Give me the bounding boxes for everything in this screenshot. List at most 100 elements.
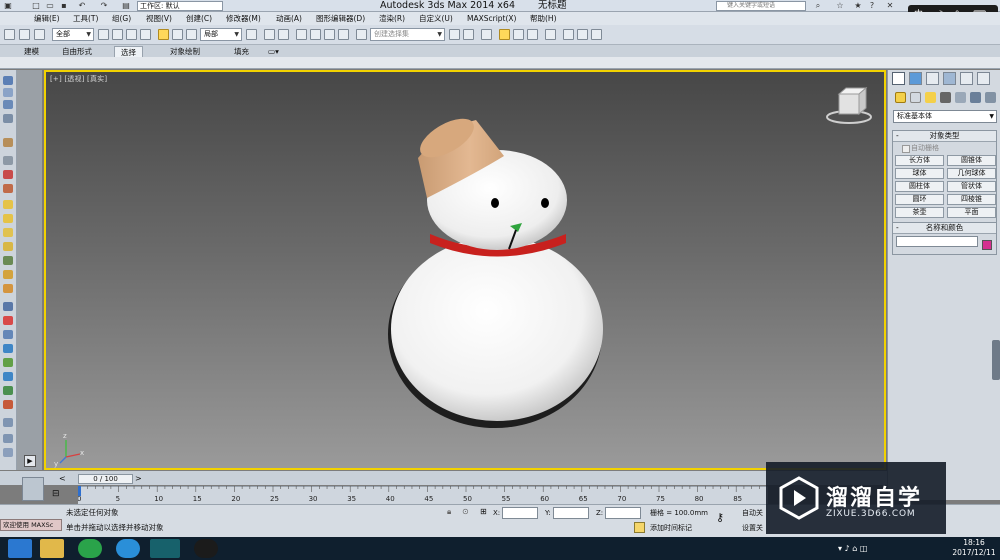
next-frame-icon[interactable]: > <box>135 474 142 483</box>
ribbon-options-icon[interactable]: ▭▾ <box>262 46 285 57</box>
reference-coord-dropdown[interactable]: 局部 <box>200 28 242 41</box>
tab-object-paint[interactable]: 对象绘制 <box>164 46 206 57</box>
system-clock[interactable]: 18:16 2017/12/11 <box>950 538 998 558</box>
object-type-title[interactable]: 对象类型 <box>893 131 996 142</box>
perspective-viewport[interactable]: [+] [透视] [真实] x z y <box>44 70 886 470</box>
redo-icon[interactable]: ↷ <box>98 1 110 11</box>
spacewarps-icon[interactable] <box>970 92 981 103</box>
pin-icon[interactable] <box>3 316 13 325</box>
snowman-body[interactable] <box>391 237 603 421</box>
torus-button[interactable]: 圆环 <box>895 194 944 205</box>
target-icon[interactable] <box>3 330 13 339</box>
select-move-icon[interactable] <box>158 29 169 40</box>
preview-icon[interactable] <box>3 448 13 457</box>
shapes-icon[interactable] <box>910 92 921 103</box>
mini-listener[interactable] <box>22 477 44 501</box>
container-icon[interactable] <box>3 76 13 85</box>
motion-panel-icon[interactable] <box>943 72 956 85</box>
prev-frame-icon[interactable]: < <box>59 474 66 483</box>
tool-folder-icon[interactable] <box>3 138 13 147</box>
curve-editor-icon[interactable] <box>513 29 524 40</box>
qq-icon[interactable] <box>194 539 218 558</box>
tube-button[interactable]: 管状体 <box>947 181 996 192</box>
sphere-icon[interactable] <box>3 372 13 381</box>
browser-icon[interactable] <box>116 539 140 558</box>
light2-icon[interactable] <box>3 214 13 223</box>
light-icon[interactable] <box>3 200 13 209</box>
wechat-icon[interactable] <box>78 539 102 558</box>
menu-animation[interactable]: 动画(A) <box>276 13 302 24</box>
list-icon[interactable] <box>3 434 13 443</box>
create-panel-icon[interactable] <box>892 72 905 85</box>
select-scale-icon[interactable] <box>186 29 197 40</box>
geosphere-button[interactable]: 几何球体 <box>947 168 996 179</box>
render-frame-icon[interactable] <box>577 29 588 40</box>
menu-group[interactable]: 组(G) <box>112 13 131 24</box>
mirror-icon[interactable] <box>449 29 460 40</box>
rect-selection-icon[interactable] <box>126 29 137 40</box>
display-icon[interactable] <box>3 170 13 179</box>
menu-edit[interactable]: 编辑(E) <box>34 13 60 24</box>
new-file-icon[interactable]: □ <box>30 1 42 11</box>
tray-icons[interactable]: ▾ ♪ ⌂ ◫ <box>838 544 867 553</box>
open-file-icon[interactable]: ▭ <box>44 1 56 11</box>
isolate-icon[interactable]: ⊙ <box>462 507 469 516</box>
menu-views[interactable]: 视图(V) <box>146 13 172 24</box>
menu-help[interactable]: 帮助(H) <box>530 13 557 24</box>
start-icon[interactable] <box>8 539 32 558</box>
teapot-icon[interactable] <box>3 344 13 353</box>
binoculars-icon[interactable]: ⌕ <box>812 1 824 11</box>
scene-explorer-icon[interactable] <box>3 156 13 165</box>
menu-graph-editors[interactable]: 图形编辑器(D) <box>316 13 365 24</box>
systems-icon[interactable] <box>3 302 13 311</box>
geometry-icon[interactable] <box>3 256 13 265</box>
modify-panel-icon[interactable] <box>909 72 922 85</box>
pyramid-button[interactable]: 四棱锥 <box>947 194 996 205</box>
sun-icon[interactable] <box>3 270 13 279</box>
viewcube-icon[interactable] <box>826 86 872 124</box>
percent-snap-icon[interactable] <box>324 29 335 40</box>
close-icon[interactable]: ✕ <box>884 1 896 11</box>
favorites-icon[interactable]: ★ <box>852 1 864 11</box>
display-panel-icon[interactable] <box>960 72 973 85</box>
3dsmax-taskbar-icon[interactable] <box>150 539 180 558</box>
autogrid-checkbox[interactable]: 自动栅格 <box>893 142 996 154</box>
tab-freeform[interactable]: 自由形式 <box>56 46 98 57</box>
align-icon[interactable] <box>463 29 474 40</box>
spinner-snap-icon[interactable] <box>338 29 349 40</box>
menu-modifiers[interactable]: 修改器(M) <box>226 13 261 24</box>
open-container-icon[interactable] <box>3 88 13 97</box>
box-button[interactable]: 长方体 <box>895 155 944 166</box>
object-color-swatch[interactable] <box>982 240 992 250</box>
snap-toggle-icon[interactable] <box>296 29 307 40</box>
auto-key-button[interactable]: 自动关 <box>742 507 763 519</box>
workspace-dropdown[interactable]: 工作区: 默认 <box>137 1 223 11</box>
angle-snap-icon[interactable] <box>310 29 321 40</box>
schematic-view-icon[interactable] <box>527 29 538 40</box>
utilities-panel-icon[interactable] <box>977 72 990 85</box>
expand-arrow-icon[interactable]: ▶ <box>24 455 36 467</box>
graphite-toggle-icon[interactable] <box>499 29 510 40</box>
lock-icon[interactable]: 🔒︎ <box>447 507 451 517</box>
menu-customize[interactable]: 自定义(U) <box>419 13 453 24</box>
key-icon[interactable]: ⚷ <box>716 511 724 524</box>
layer-manager-icon[interactable] <box>481 29 492 40</box>
link-icon[interactable] <box>4 29 15 40</box>
plant-icon[interactable] <box>3 386 13 395</box>
menu-create[interactable]: 创建(C) <box>186 13 212 24</box>
particle-icon[interactable] <box>3 400 13 409</box>
select-object-icon[interactable] <box>98 29 109 40</box>
transform-mode-icon[interactable]: ⊞ <box>480 507 487 516</box>
spacewarp-icon[interactable] <box>3 284 13 293</box>
window-crossing-icon[interactable] <box>140 29 151 40</box>
search-input[interactable]: 键入关键字或短语 <box>716 1 806 11</box>
render-setup-icon[interactable] <box>563 29 574 40</box>
teapot-button[interactable]: 茶壶 <box>895 207 944 218</box>
tree-icon[interactable] <box>3 358 13 367</box>
sphere-button[interactable]: 球体 <box>895 168 944 179</box>
render-icon[interactable] <box>3 418 13 427</box>
help-icon[interactable]: ? <box>866 1 878 11</box>
y-coord-input[interactable] <box>553 507 589 519</box>
set-key-button[interactable]: 设置关 <box>742 522 763 534</box>
name-color-title[interactable]: 名称和颜色 <box>893 223 996 234</box>
